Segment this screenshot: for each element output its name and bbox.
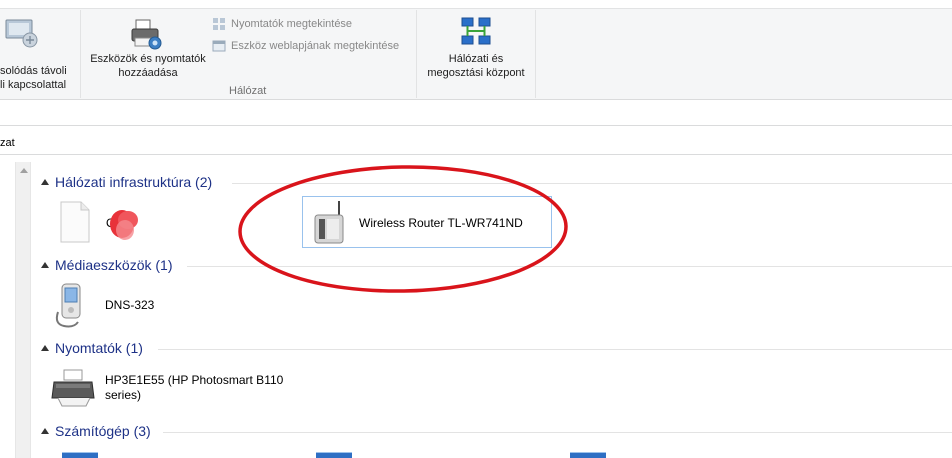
- group-header-media-devices[interactable]: Médiaeszközök (1): [41, 257, 201, 275]
- collapse-triangle-icon[interactable]: [41, 428, 49, 434]
- group-title: Számítógép (3): [55, 423, 151, 439]
- redacted-blob: [110, 210, 138, 240]
- view-printers-button[interactable]: Nyomtatók megtekintése: [212, 16, 372, 32]
- device-label-line-2: series): [105, 388, 142, 402]
- view-printers-label: Nyomtatók megtekintése: [231, 18, 353, 30]
- device-item-printer[interactable]: HP3E1E55 (HP Photosmart B110 series): [50, 368, 300, 412]
- scroll-up-arrow-icon[interactable]: [20, 168, 28, 173]
- remote-desktop-icon: [5, 19, 38, 48]
- computer-item[interactable]: [62, 452, 98, 458]
- group-title: Médiaeszközök (1): [55, 257, 173, 273]
- remote-desktop-button[interactable]: solódás távoli li kapcsolattal: [0, 12, 78, 91]
- ribbon-group-title-network: Hálózat: [229, 85, 267, 97]
- group-header-network-infrastructure[interactable]: Hálózati infrastruktúra (2): [41, 174, 241, 192]
- device-label: DNS-323: [105, 298, 155, 312]
- network-center-label-1: Hálózati és: [448, 53, 504, 65]
- group-header-printers[interactable]: Nyomtatók (1): [41, 340, 171, 358]
- view-device-web-label: Eszköz weblapjának megtekintése: [231, 40, 400, 52]
- router-icon: [314, 201, 344, 244]
- collapse-triangle-icon[interactable]: [41, 345, 49, 351]
- group-divider: [158, 349, 952, 350]
- ribbon-group-separator: [80, 10, 81, 98]
- add-devices-button[interactable]: Eszközök és nyomtatók hozzáadása: [84, 14, 210, 80]
- view-device-web-button[interactable]: Eszköz weblapjának megtekintése: [212, 38, 412, 54]
- group-header-computers[interactable]: Számítógép (3): [41, 423, 171, 441]
- computer-item[interactable]: [570, 452, 606, 458]
- ribbon-top-strip: [0, 0, 952, 9]
- device-label: Wireless Router TL-WR741ND: [359, 216, 523, 230]
- collapse-triangle-icon[interactable]: [41, 262, 49, 268]
- device-item-nas[interactable]: DNS-323: [52, 282, 172, 330]
- device-item-router[interactable]: Wireless Router TL-WR741ND: [302, 196, 552, 248]
- add-devices-label-1: Eszközök és nyomtatók: [90, 53, 206, 65]
- device-label-line-1: HP3E1E55 (HP Photosmart B110: [105, 373, 284, 387]
- web-page-icon: [212, 40, 226, 52]
- address-text: zat: [0, 137, 15, 149]
- media-phone-icon: [55, 283, 81, 328]
- collapse-triangle-icon[interactable]: [41, 179, 49, 185]
- group-divider: [232, 183, 952, 184]
- group-title: Hálózati infrastruktúra (2): [55, 174, 213, 190]
- vertical-scrollbar[interactable]: [15, 162, 31, 458]
- group-divider: [187, 266, 952, 267]
- network-sharing-center-button[interactable]: Hálózati és megosztási központ: [420, 14, 532, 80]
- ribbon: solódás távoli li kapcsolattal Eszközök …: [0, 0, 952, 100]
- printers-grid-icon: [213, 18, 225, 30]
- device-item-unknown[interactable]: O: [58, 200, 148, 248]
- ribbon-group-separator: [535, 10, 536, 98]
- remote-desktop-label-2: li kapcsolattal: [0, 79, 67, 91]
- group-title: Nyomtatók (1): [55, 340, 143, 356]
- add-printer-icon: [131, 19, 162, 50]
- ribbon-group-separator: [416, 10, 417, 98]
- printer-icon: [51, 369, 95, 407]
- address-bar[interactable]: zat: [0, 125, 952, 155]
- blank-document-icon: [60, 201, 90, 243]
- network-icon: [461, 17, 491, 45]
- remote-desktop-label-1: solódás távoli: [0, 65, 67, 77]
- add-devices-label-2: hozzáadása: [118, 67, 178, 79]
- network-center-label-2: megosztási központ: [427, 67, 525, 79]
- group-divider: [163, 432, 952, 433]
- computer-item[interactable]: [316, 452, 352, 458]
